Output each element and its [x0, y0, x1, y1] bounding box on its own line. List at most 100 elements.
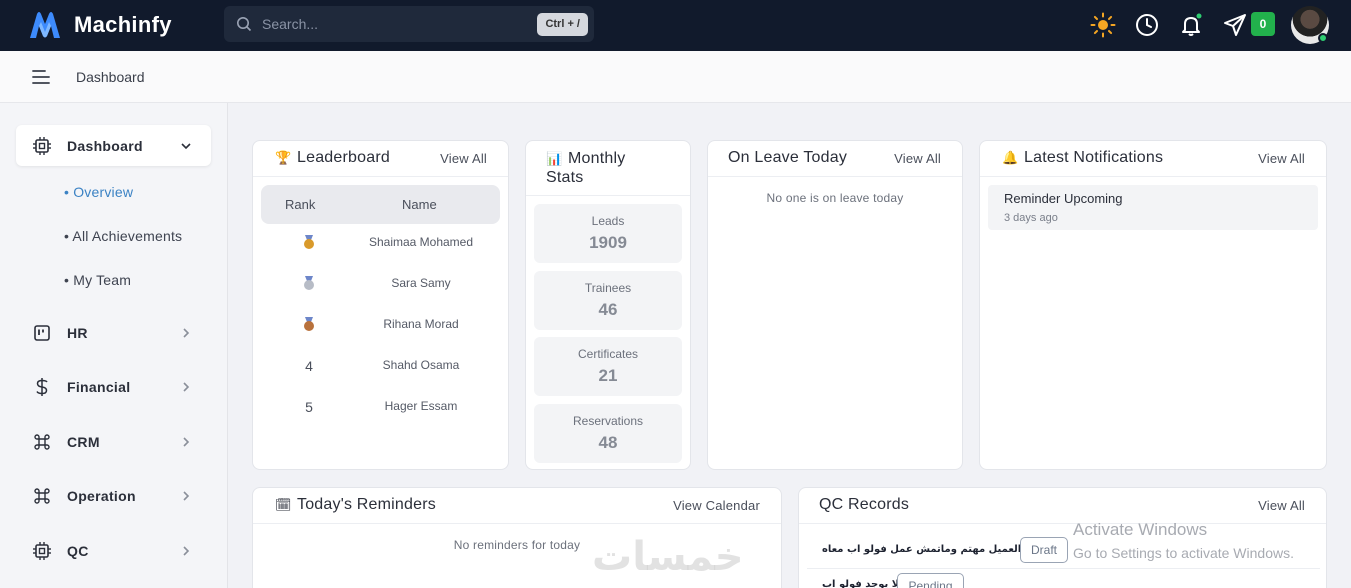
menu-toggle-icon[interactable]	[31, 68, 51, 86]
app-logo[interactable]: Machinfy	[28, 10, 172, 40]
activate-windows-title: Activate Windows	[1073, 520, 1208, 539]
leader-name: Rihana Morad	[383, 317, 459, 331]
chevron-right-icon	[183, 491, 190, 501]
chevron-right-icon	[183, 546, 190, 556]
table-row[interactable]: 4 Shahd Osama	[261, 358, 500, 378]
table-row[interactable]: Shaimaa Mohamed	[261, 235, 500, 255]
stat-value: 46	[598, 300, 618, 319]
dollar-icon	[32, 377, 52, 397]
qc-status-badge[interactable]: Draft	[1020, 537, 1068, 563]
on-leave-title: On Leave Today	[728, 149, 848, 166]
search-box[interactable]: Ctrl + /	[224, 6, 594, 42]
chevron-right-icon	[183, 328, 190, 338]
chip-icon	[32, 136, 52, 156]
leader-name: Shaimaa Mohamed	[368, 235, 474, 249]
breadcrumb-bar: Dashboard	[0, 51, 1351, 103]
leader-name: Shahd Osama	[382, 358, 460, 372]
card-header: 🏆 Leaderboard View All	[253, 141, 508, 177]
card-header: On Leave Today View All	[708, 141, 962, 177]
notifications-title: Latest Notifications	[1024, 149, 1164, 166]
leader-rank: 4	[305, 358, 313, 374]
leader-rank: 5	[305, 399, 313, 415]
gold-medal-icon	[293, 235, 325, 253]
qc-view-all-link[interactable]: View All	[1258, 498, 1305, 513]
card-header: QC Records View All	[799, 488, 1326, 524]
monthly-stats-card: 📊 Monthly Stats Leads 1909 Trainees 46 Ce…	[525, 140, 691, 470]
app-name: Machinfy	[74, 12, 172, 37]
on-leave-card: On Leave Today View All No one is on lea…	[707, 140, 963, 470]
theme-toggle-sun-icon[interactable]	[1090, 12, 1116, 38]
table-row[interactable]: Sara Samy	[261, 276, 500, 296]
sidebar-item-label: Dashboard	[67, 138, 143, 154]
sidebar-item-dashboard[interactable]: Dashboard	[32, 134, 202, 158]
online-status-dot	[1318, 33, 1328, 43]
card-title: 🗓 Today's Reminders	[275, 496, 436, 514]
table-row[interactable]: 5 Hager Essam	[261, 399, 500, 419]
chevron-right-icon	[183, 437, 190, 447]
notification-title: Reminder Upcoming	[1004, 191, 1123, 206]
sidebar-item-label: QC	[67, 543, 89, 559]
khamsat-watermark: خمسات	[592, 534, 744, 580]
bell-emoji-icon: 🔔	[1002, 150, 1019, 165]
notifications-view-all-link[interactable]: View All	[1258, 151, 1305, 166]
qc-title: QC Records	[819, 496, 910, 513]
subitem-label: All Achievements	[72, 228, 183, 244]
notification-time: 3 days ago	[1004, 212, 1058, 224]
col-rank: Rank	[285, 197, 316, 212]
on-leave-empty-message: No one is on leave today	[766, 191, 904, 205]
stat-label: Reservations	[572, 414, 644, 428]
notifications-card: 🔔 Latest Notifications View All Reminder …	[979, 140, 1327, 470]
breadcrumb-current: Dashboard	[76, 69, 145, 85]
sidebar-subitem-overview[interactable]: • Overview	[64, 184, 133, 200]
subitem-label: My Team	[73, 272, 132, 288]
send-message-icon[interactable]	[1222, 12, 1248, 38]
bell-icon[interactable]	[1178, 12, 1204, 38]
leaderboard-title: Leaderboard	[297, 149, 390, 166]
qc-status-badge[interactable]: Pending	[897, 573, 964, 588]
command-icon	[32, 432, 52, 452]
table-row[interactable]: Rihana Morad	[261, 317, 500, 337]
reminders-title: Today's Reminders	[297, 496, 436, 513]
leaderboard-view-all-link[interactable]: View All	[440, 151, 487, 166]
sidebar-subitem-my-team[interactable]: • My Team	[64, 272, 131, 288]
sidebar-item-qc[interactable]: QC	[32, 539, 202, 563]
leader-name: Sara Samy	[391, 276, 451, 290]
board-icon	[32, 323, 52, 343]
clock-icon[interactable]	[1134, 12, 1160, 38]
stat-value: 48	[598, 433, 618, 452]
on-leave-view-all-link[interactable]: View All	[894, 151, 941, 166]
sidebar-item-label: Operation	[67, 488, 136, 504]
card-header: 🔔 Latest Notifications View All	[980, 141, 1326, 177]
notification-item[interactable]: Reminder Upcoming 3 days ago	[988, 185, 1318, 230]
sidebar-subitem-all-achievements[interactable]: • All Achievements	[64, 228, 182, 244]
sidebar-item-hr[interactable]: HR	[32, 321, 202, 345]
stat-leads: Leads 1909	[534, 204, 682, 263]
sidebar-item-operation[interactable]: Operation	[32, 484, 202, 508]
card-title: 📊 Monthly Stats	[546, 149, 666, 187]
bronze-medal-icon	[293, 317, 325, 335]
stat-value: 21	[598, 366, 618, 385]
subitem-label: Overview	[73, 184, 134, 200]
card-title: 🔔 Latest Notifications	[1002, 149, 1163, 167]
bar-chart-icon: 📊	[546, 151, 563, 166]
messages-count-badge: 0	[1251, 12, 1275, 36]
leaderboard-table-header: Rank Name	[261, 185, 500, 224]
search-shortcut-badge: Ctrl + /	[537, 13, 588, 36]
sidebar-item-financial[interactable]: Financial	[32, 375, 202, 399]
sidebar-item-crm[interactable]: CRM	[32, 430, 202, 454]
qc-record-text[interactable]: لا يوجد فولو اب	[822, 579, 899, 588]
top-navbar: Machinfy Ctrl + / 0	[0, 0, 1351, 51]
calendar-icon: 🗓	[275, 497, 292, 512]
activate-windows-subtitle: Go to Settings to activate Windows.	[1073, 545, 1294, 561]
stat-label: Trainees	[584, 281, 632, 295]
reminders-view-calendar-link[interactable]: View Calendar	[673, 498, 760, 513]
leaderboard-card: 🏆 Leaderboard View All Rank Name Shaimaa …	[252, 140, 509, 470]
stat-certificates: Certificates 21	[534, 337, 682, 396]
search-input[interactable]	[262, 12, 542, 36]
sidebar-item-label: CRM	[67, 434, 100, 450]
divider	[807, 568, 1320, 569]
card-header: 📊 Monthly Stats	[526, 141, 690, 196]
machinfy-logo-icon	[30, 12, 60, 38]
silver-medal-icon	[293, 276, 325, 294]
chevron-right-icon	[183, 382, 190, 392]
